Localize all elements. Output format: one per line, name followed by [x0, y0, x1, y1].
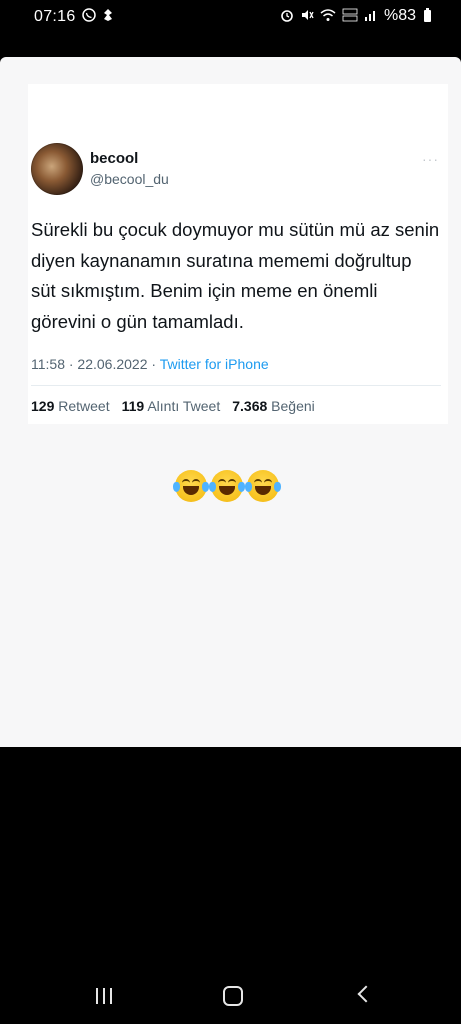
- divider: [31, 385, 441, 386]
- recent-apps-icon[interactable]: [92, 984, 120, 1008]
- battery-icon: [424, 8, 431, 22]
- tweet-display-name: becool: [90, 150, 139, 167]
- alarm-icon: [280, 8, 294, 25]
- quote-count: 119: [121, 398, 145, 414]
- retweet-stat: 129 Retweet: [31, 398, 110, 414]
- navigation-bar: [0, 960, 461, 1024]
- tears-of-joy-emoji-icon: [245, 470, 281, 502]
- wifi-icon: [320, 8, 336, 25]
- battery-percentage: %83: [383, 7, 416, 24]
- emoji-row: [173, 470, 281, 502]
- tweet-timestamp: 11:58 · 22.06.2022 ·: [31, 356, 157, 372]
- tweet-meta: 11:58 · 22.06.2022 · Twitter for iPhone: [31, 356, 269, 372]
- home-icon[interactable]: [220, 984, 248, 1008]
- tears-of-joy-emoji-icon: [173, 470, 209, 502]
- like-label: Beğeni: [271, 398, 315, 414]
- notification-icon: [102, 8, 114, 27]
- status-time: 07:16: [34, 8, 76, 25]
- status-bar: 07:16 %83: [0, 0, 461, 34]
- tweet-stats: 129 Retweet 119 Alıntı Tweet 7.368 Beğen…: [31, 398, 321, 414]
- signal-icon: [364, 8, 378, 25]
- whatsapp-icon: [82, 8, 96, 27]
- like-count: 7.368: [232, 398, 268, 414]
- avatar: [31, 143, 83, 195]
- quote-stat: 119 Alıntı Tweet: [122, 398, 221, 414]
- volte-icon: [342, 8, 358, 24]
- tears-of-joy-emoji-icon: [209, 470, 245, 502]
- tweet-text: Sürekli bu çocuk doymuyor mu sütün mü az…: [31, 219, 440, 332]
- status-right-icons: %83: [280, 7, 431, 25]
- mute-icon: [300, 8, 314, 25]
- retweet-count: 129: [31, 398, 55, 414]
- like-stat: 7.368 Beğeni: [232, 398, 315, 414]
- tweet-handle: @becool_du: [90, 171, 169, 187]
- quote-label: Alıntı Tweet: [147, 398, 221, 414]
- retweet-label: Retweet: [58, 398, 110, 414]
- more-options-icon: ···: [422, 151, 439, 167]
- back-icon[interactable]: [352, 984, 380, 1008]
- status-left-icons: [82, 8, 114, 27]
- tweet-source: Twitter for iPhone: [159, 356, 269, 372]
